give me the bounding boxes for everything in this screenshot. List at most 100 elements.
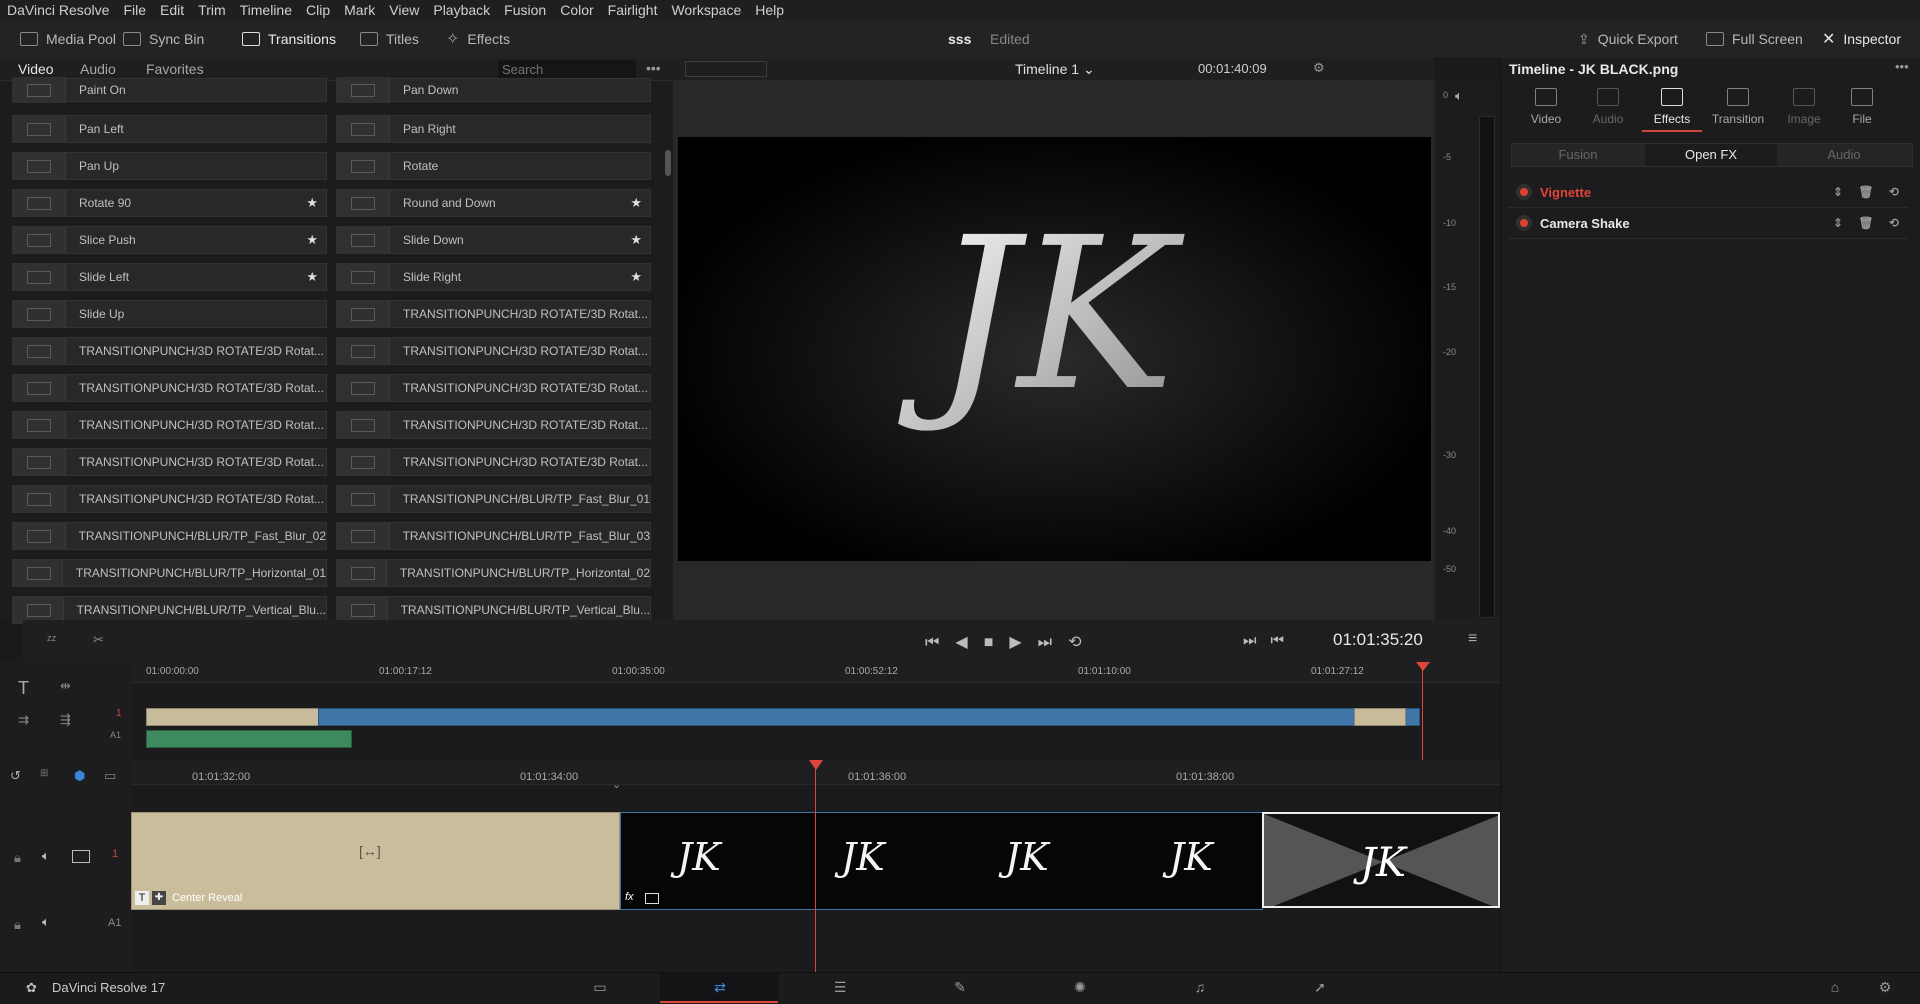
insert-icon[interactable]: ⇉ xyxy=(18,712,29,728)
transition-item[interactable]: TRANSITIONPUNCH/3D ROTATE/3D Rotat... xyxy=(336,300,651,328)
media-page-icon[interactable]: ▭ xyxy=(591,979,609,995)
mini-playhead-handle[interactable] xyxy=(1416,662,1430,671)
subtab-fusion[interactable]: Fusion xyxy=(1512,144,1644,166)
mini-ruler[interactable] xyxy=(132,662,1500,683)
main-timeline[interactable]: 01:01:32:00 01:01:34:00 01:01:36:00 01:01:3… xyxy=(131,760,1500,972)
library-scrollbar[interactable] xyxy=(665,150,671,176)
transition-item[interactable]: Slide Left ★ xyxy=(12,263,327,291)
flag-icon[interactable]: ⬢ xyxy=(74,768,85,784)
tab-video[interactable]: Video xyxy=(1511,88,1581,126)
sleep-icon[interactable]: ᶻᶻ xyxy=(47,632,56,647)
transition-item[interactable]: Pan Up xyxy=(12,152,327,180)
playback-controls[interactable]: ⏮◀■▶⏭⟲ xyxy=(925,632,1097,652)
transition-item[interactable]: Slide Down ★ xyxy=(336,226,651,254)
transition-item[interactable]: Rotate 90 ★ xyxy=(12,189,327,217)
menu-item[interactable]: Help xyxy=(748,2,791,18)
menu-item[interactable]: Workspace xyxy=(664,2,748,18)
transition-item[interactable]: TRANSITIONPUNCH/BLUR/TP_Horizontal_01 xyxy=(12,559,327,587)
search-input[interactable] xyxy=(498,60,636,78)
menu-icon[interactable]: ≡ xyxy=(1468,630,1477,648)
tab-transition[interactable]: Transition xyxy=(1703,88,1773,126)
mini-audio-clip[interactable] xyxy=(146,730,352,748)
menu-item[interactable]: Color xyxy=(553,2,600,18)
transition-item[interactable]: TRANSITIONPUNCH/3D ROTATE/3D Rotat... xyxy=(12,448,327,476)
speaker-icon[interactable]: 🔈︎ xyxy=(42,914,50,930)
trash-icon[interactable]: 🗑︎ xyxy=(1852,216,1880,230)
reorder-icon[interactable]: ⇕ xyxy=(1824,185,1852,199)
sync-bin-button[interactable]: Sync Bin xyxy=(123,20,204,58)
more-options-icon[interactable]: ••• xyxy=(1895,59,1909,74)
transition-item[interactable]: TRANSITIONPUNCH/3D ROTATE/3D Rotat... xyxy=(12,411,327,439)
tab-file[interactable]: File xyxy=(1827,88,1897,126)
favorite-star-icon[interactable]: ★ xyxy=(306,269,318,285)
reset-icon[interactable]: ⟲ xyxy=(1880,216,1908,230)
menu-item[interactable]: Trim xyxy=(191,2,232,18)
transition-item[interactable]: TRANSITIONPUNCH/3D ROTATE/3D Rotat... xyxy=(12,337,327,365)
tab-audio[interactable]: Audio xyxy=(1573,88,1643,126)
transition-item[interactable]: Pan Left xyxy=(12,115,327,143)
reorder-icon[interactable]: ⇕ xyxy=(1824,216,1852,230)
video-preview[interactable]: JK xyxy=(678,137,1431,561)
transition-item[interactable]: Round and Down ★ xyxy=(336,189,651,217)
fusion-page-icon[interactable]: ✎ xyxy=(951,979,969,995)
menu-item[interactable]: Clip xyxy=(299,2,337,18)
chevron-down-icon[interactable]: ⌄ xyxy=(612,778,621,791)
scissors-icon[interactable]: ✂ xyxy=(93,632,104,648)
media-pool-button[interactable]: Media Pool xyxy=(20,20,116,58)
transition-item[interactable]: TRANSITIONPUNCH/3D ROTATE/3D Rotat... xyxy=(336,411,651,439)
effect-enable-toggle[interactable] xyxy=(1520,219,1528,227)
transition-item[interactable]: TRANSITIONPUNCH/3D ROTATE/3D Rotat... xyxy=(12,374,327,402)
video-toggle-icon[interactable] xyxy=(72,850,90,863)
effect-row[interactable]: Camera Shake ⇕ 🗑︎ ⟲ xyxy=(1508,208,1908,239)
favorite-star-icon[interactable]: ★ xyxy=(306,232,318,248)
tab-effects[interactable]: Effects xyxy=(1637,88,1707,132)
favorite-star-icon[interactable]: ★ xyxy=(630,195,642,211)
speaker-icon[interactable]: 🔈︎ xyxy=(42,848,50,864)
viewer-layout-icon[interactable] xyxy=(685,61,767,77)
trash-icon[interactable]: 🗑︎ xyxy=(1852,185,1880,199)
effect-enable-toggle[interactable] xyxy=(1520,188,1528,196)
transition-item[interactable]: TRANSITIONPUNCH/3D ROTATE/3D Rotat... xyxy=(336,448,651,476)
favorite-star-icon[interactable]: ★ xyxy=(306,195,318,211)
more-options-icon[interactable]: ••• xyxy=(646,60,661,76)
transition-item[interactable]: TRANSITIONPUNCH/BLUR/TP_Fast_Blur_03 xyxy=(336,522,651,550)
mini-playhead[interactable] xyxy=(1422,662,1423,760)
transition-item[interactable]: Slice Push ★ xyxy=(12,226,327,254)
favorite-star-icon[interactable]: ★ xyxy=(630,232,642,248)
menu-item[interactable]: Edit xyxy=(153,2,191,18)
video-clip[interactable]: JK JK JK JK fx xyxy=(620,812,1263,910)
transition-item[interactable]: TRANSITIONPUNCH/BLUR/TP_Fast_Blur_02 xyxy=(12,522,327,550)
menu-item[interactable]: Fairlight xyxy=(601,2,665,18)
menu-item[interactable]: Timeline xyxy=(233,2,299,18)
transition-item[interactable]: TRANSITIONPUNCH/3D ROTATE/3D Rotat... xyxy=(12,485,327,513)
marker-icon[interactable]: ▭ xyxy=(104,768,116,784)
color-page-icon[interactable]: ✺ xyxy=(1071,979,1089,995)
favorite-star-icon[interactable]: ★ xyxy=(630,269,642,285)
quick-export-button[interactable]: ⇪ Quick Export xyxy=(1578,20,1678,58)
edit-page-icon[interactable]: ⇄ xyxy=(711,979,729,995)
edit-point-controls[interactable]: ⏭⏮ xyxy=(1243,632,1298,649)
text-tool-icon[interactable]: T xyxy=(18,678,29,699)
link-icon[interactable]: ⊞ xyxy=(40,768,48,779)
transition-item[interactable]: Slide Right ★ xyxy=(336,263,651,291)
transition-item[interactable]: Pan Down xyxy=(336,77,651,103)
tab-favorites[interactable]: Favorites xyxy=(146,58,204,80)
reset-icon[interactable]: ⟲ xyxy=(1880,185,1908,199)
viewer-options-icon[interactable]: ⚙ xyxy=(1313,60,1325,76)
effect-row[interactable]: Vignette ⇕ 🗑︎ ⟲ xyxy=(1508,177,1908,208)
fairlight-page-icon[interactable]: ♫ xyxy=(1191,979,1209,995)
title-clip[interactable]: [↔] T ✚ Center Reveal xyxy=(131,812,620,910)
selected-transition-clip[interactable]: JK xyxy=(1262,812,1500,908)
transition-item[interactable]: Slide Up xyxy=(12,300,327,328)
overwrite-icon[interactable]: ⇶ xyxy=(60,712,71,728)
trim-tool-icon[interactable]: ⇹ xyxy=(60,678,71,694)
gear-icon[interactable]: ⚙ xyxy=(1876,979,1894,995)
menu-item[interactable]: File xyxy=(116,2,153,18)
menu-item[interactable]: Mark xyxy=(337,2,382,18)
lock-icon[interactable]: 🔒︎ xyxy=(14,850,21,866)
mini-video-clips[interactable] xyxy=(318,708,1420,726)
playhead-handle[interactable] xyxy=(809,760,823,770)
full-screen-button[interactable]: Full Screen xyxy=(1706,20,1803,58)
timeline-selector[interactable]: Timeline 1 ⌄ xyxy=(1015,61,1095,78)
subtab-open-fx[interactable]: Open FX xyxy=(1645,144,1777,166)
